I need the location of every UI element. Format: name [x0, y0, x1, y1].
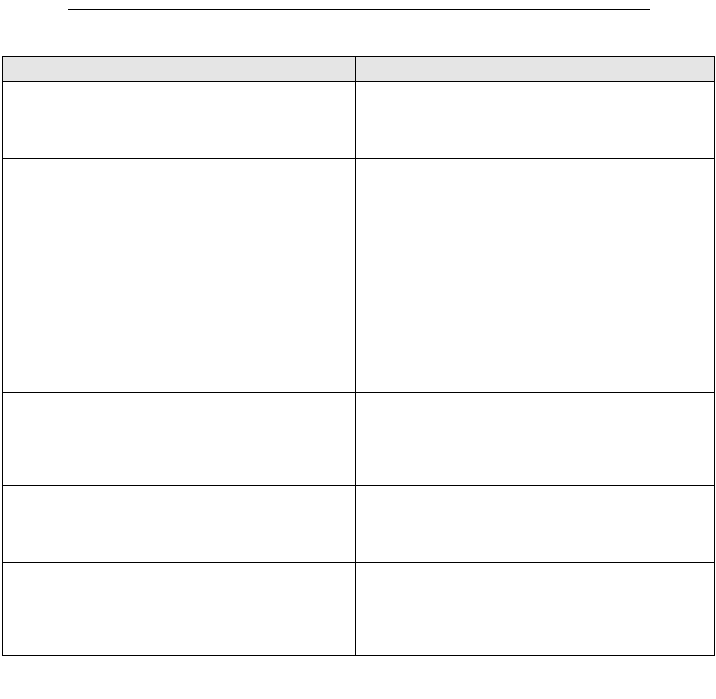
table-cell [356, 82, 715, 159]
main-table [2, 56, 715, 656]
table-row [3, 159, 715, 393]
table-cell [3, 393, 356, 486]
document-page [0, 0, 716, 699]
title-underline [68, 9, 650, 10]
table-cell [356, 393, 715, 486]
table-row [3, 563, 715, 656]
table-cell [3, 563, 356, 656]
table-header-col2 [356, 57, 715, 82]
table-row [3, 486, 715, 563]
table-row [3, 82, 715, 159]
table-cell [3, 486, 356, 563]
table-cell [356, 486, 715, 563]
table-row [3, 393, 715, 486]
table-header-col1 [3, 57, 356, 82]
table-cell [3, 82, 356, 159]
table-header-row [3, 57, 715, 82]
table-cell [356, 563, 715, 656]
table-cell [3, 159, 356, 393]
table-cell [356, 159, 715, 393]
main-table-wrap [2, 56, 714, 656]
